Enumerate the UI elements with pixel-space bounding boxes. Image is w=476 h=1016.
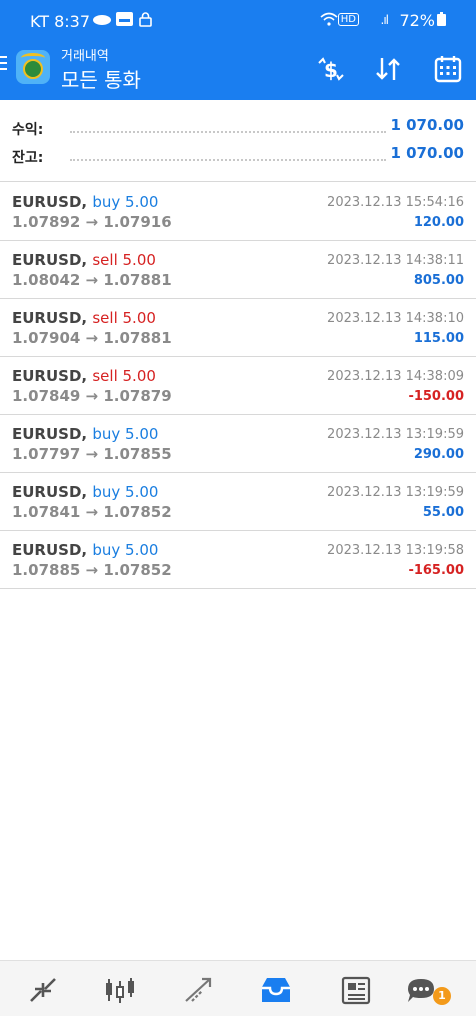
- dotted-leader: [70, 131, 386, 133]
- page-title[interactable]: 모든 통화: [61, 64, 141, 93]
- deal-symbol: EURUSD,: [12, 367, 88, 385]
- deal-profit: 55.00: [422, 505, 464, 520]
- deal-symbol: EURUSD,: [12, 251, 88, 269]
- deal-row[interactable]: EURUSD, buy 5.00 1.07841 → 1.07852 2023.…: [0, 473, 476, 531]
- deal-time: 2023.12.13 14:38:11: [327, 253, 464, 268]
- battery-percent: 72%: [399, 11, 435, 30]
- deal-side: buy 5.00: [92, 425, 159, 443]
- battery-icon: [437, 12, 446, 26]
- deal-time: 2023.12.13 14:38:10: [327, 311, 464, 326]
- deal-prices: 1.08042 → 1.07881: [12, 271, 172, 289]
- deal-prices: 1.07892 → 1.07916: [12, 213, 172, 231]
- chat-badge: 1: [433, 987, 451, 1005]
- profit-row: 수익: 1 070.00: [12, 116, 464, 140]
- deal-symbol: EURUSD,: [12, 483, 88, 501]
- bottom-navigation: 1: [0, 960, 476, 1016]
- balance-value: 1 070.00: [390, 144, 464, 162]
- deal-prices: 1.07849 → 1.07879: [12, 387, 172, 405]
- deal-profit: 805.00: [413, 273, 464, 288]
- status-bar: KT 8:37 HD .ıl 72%: [0, 0, 476, 40]
- deal-symbol: EURUSD,: [12, 541, 88, 559]
- deal-time: 2023.12.13 13:19:59: [327, 427, 464, 442]
- deal-symbol: EURUSD,: [12, 193, 88, 211]
- deal-side: sell 5.00: [92, 367, 156, 385]
- deal-prices: 1.07841 → 1.07852: [12, 503, 172, 521]
- deal-row[interactable]: EURUSD, sell 5.00 1.07849 → 1.07879 2023…: [0, 357, 476, 415]
- sort-icon[interactable]: [374, 54, 402, 84]
- app-header: KT 8:37 HD .ıl 72% 거래내역 모든 통화 $: [0, 0, 476, 100]
- dotted-leader: [70, 159, 386, 161]
- deal-row[interactable]: EURUSD, sell 5.00 1.08042 → 1.07881 2023…: [0, 241, 476, 299]
- summary-panel: 수익: 1 070.00 잔고: 1 070.00: [0, 100, 476, 182]
- deal-profit: 115.00: [413, 331, 464, 346]
- menu-icon[interactable]: [0, 56, 8, 72]
- deal-profit: 120.00: [413, 215, 464, 230]
- deal-side: buy 5.00: [92, 483, 159, 501]
- deal-time: 2023.12.13 13:19:59: [327, 485, 464, 500]
- svg-text:$: $: [324, 58, 338, 82]
- cloud-icon: [93, 15, 111, 25]
- profit-label: 수익:: [12, 122, 44, 138]
- battery-indicator: 72%: [399, 11, 446, 30]
- deal-row[interactable]: EURUSD, sell 5.00 1.07904 → 1.07881 2023…: [0, 299, 476, 357]
- app-logo: [16, 50, 50, 84]
- hd-voice-badge: HD: [337, 13, 359, 26]
- deal-side: buy 5.00: [92, 193, 159, 211]
- deal-row[interactable]: EURUSD, buy 5.00 1.07885 → 1.07852 2023.…: [0, 531, 476, 589]
- app-notification-icon: [116, 12, 133, 26]
- history-icon[interactable]: [258, 975, 294, 1005]
- deal-prices: 1.07797 → 1.07855: [12, 445, 172, 463]
- deal-profit: -150.00: [408, 389, 464, 404]
- deal-profit: -165.00: [408, 563, 464, 578]
- trade-icon[interactable]: [180, 975, 216, 1005]
- deal-row[interactable]: EURUSD, buy 5.00 1.07892 → 1.07916 2023.…: [0, 183, 476, 241]
- deal-profit: 290.00: [413, 447, 464, 462]
- status-time: KT 8:37: [30, 12, 91, 31]
- calendar-icon[interactable]: [434, 54, 462, 84]
- chart-icon[interactable]: [102, 975, 138, 1005]
- deal-prices: 1.07885 → 1.07852: [12, 561, 172, 579]
- deal-side: sell 5.00: [92, 251, 156, 269]
- deal-time: 2023.12.13 15:54:16: [327, 195, 464, 210]
- signal-icon: .ıl: [380, 13, 390, 27]
- deal-symbol: EURUSD,: [12, 309, 88, 327]
- balance-label: 잔고:: [12, 150, 44, 166]
- quotes-icon[interactable]: [25, 975, 61, 1005]
- news-icon[interactable]: [338, 975, 374, 1005]
- deposit-icon[interactable]: $: [316, 54, 344, 84]
- wifi-icon: [320, 12, 338, 26]
- deal-side: buy 5.00: [92, 541, 159, 559]
- lock-icon: [139, 12, 152, 27]
- deal-side: sell 5.00: [92, 309, 156, 327]
- deal-prices: 1.07904 → 1.07881: [12, 329, 172, 347]
- profit-value: 1 070.00: [390, 116, 464, 134]
- page-subtitle: 거래내역: [61, 49, 109, 64]
- balance-row: 잔고: 1 070.00: [12, 144, 464, 168]
- deal-time: 2023.12.13 14:38:09: [327, 369, 464, 384]
- deal-symbol: EURUSD,: [12, 425, 88, 443]
- deal-time: 2023.12.13 13:19:58: [327, 543, 464, 558]
- deal-row[interactable]: EURUSD, buy 5.00 1.07797 → 1.07855 2023.…: [0, 415, 476, 473]
